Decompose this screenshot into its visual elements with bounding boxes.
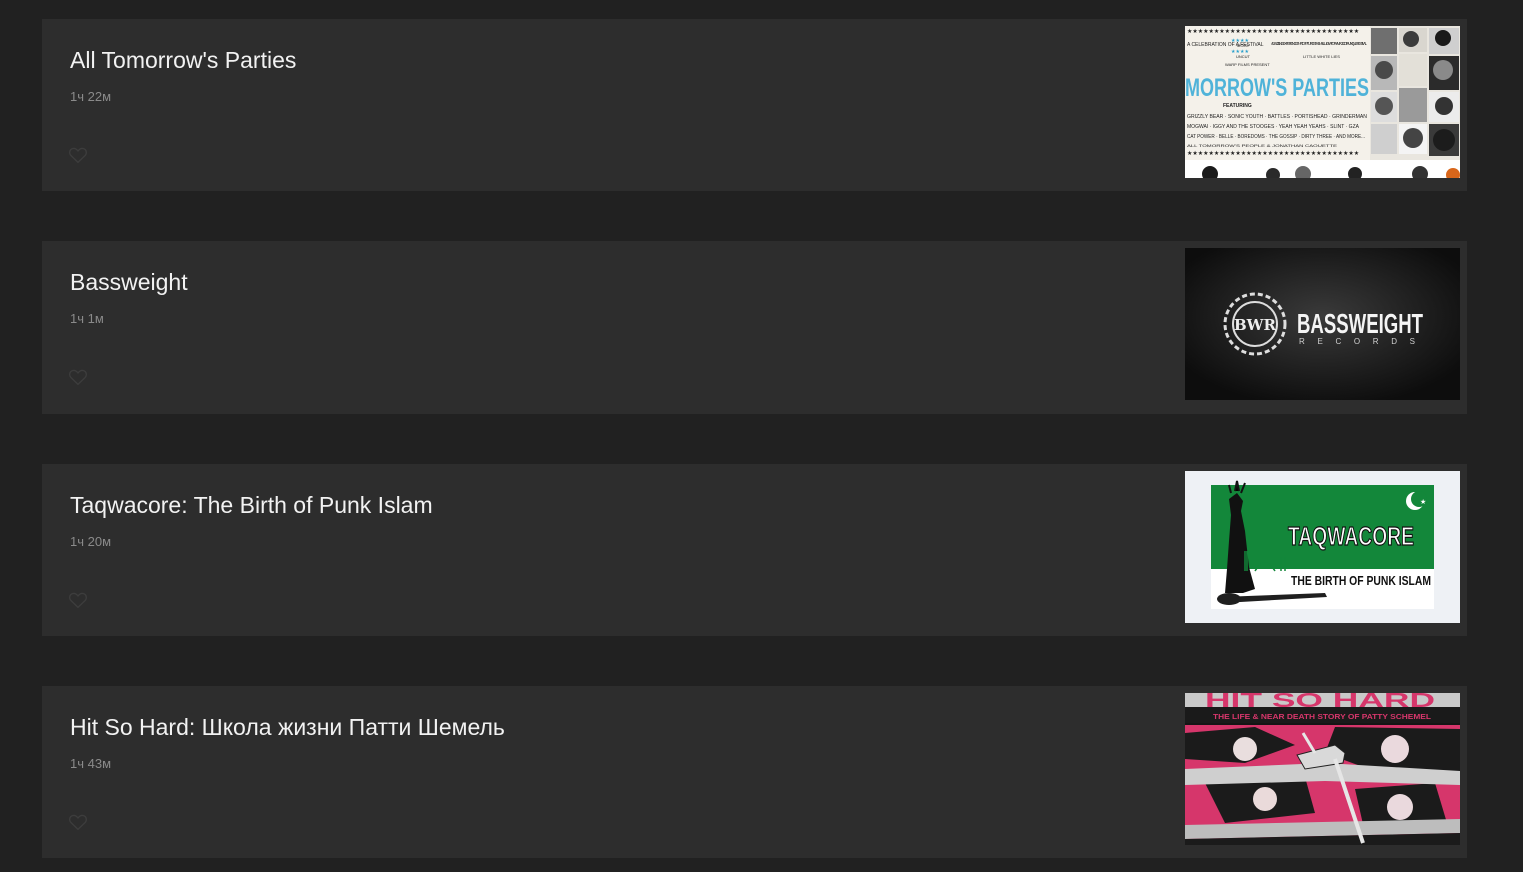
poster-left-quote: A CELEBRATION OF A FESTIVAL (1187, 42, 1264, 48)
poster-main-text: BASSWEIGHT (1297, 308, 1423, 339)
film-poster[interactable]: ★ TAQWACORE THE BIRTH OF PUNK ISLAM (1185, 471, 1460, 623)
film-card[interactable]: All Tomorrow's Parties 1ч 22м ★★★★★★★★★★… (42, 19, 1467, 191)
film-poster[interactable]: BWR BASSWEIGHT RECORDS (1185, 248, 1460, 400)
poster-sub-text: THE LIFE & NEAR DEATH STORY OF PATTY SCH… (1213, 712, 1431, 721)
film-card[interactable]: Taqwacore: The Birth of Punk Islam 1ч 20… (42, 464, 1467, 636)
poster-sub-text: RECORDS (1299, 337, 1421, 346)
poster-sub-text: THE BIRTH OF PUNK ISLAM (1291, 573, 1431, 588)
film-title[interactable]: Bassweight (70, 267, 188, 297)
heart-outline-icon[interactable] (68, 146, 88, 164)
poster-right-source: LITTLE WHITE LIES (1303, 54, 1340, 59)
film-duration: 1ч 22м (70, 89, 112, 104)
film-poster[interactable]: ★★★★★★★★★★★★★★★★★★★★★★★★★★★★★★★★ A CELEB… (1185, 26, 1460, 178)
film-title[interactable]: Hit So Hard: Школа жизни Патти Шемель (70, 712, 505, 742)
heart-outline-icon[interactable] (68, 368, 88, 386)
poster-bands-1: GRIZZLY BEAR · SONIC YOUTH · BATTLES · P… (1187, 114, 1367, 120)
film-list: All Tomorrow's Parties 1ч 22м ★★★★★★★★★★… (42, 19, 1467, 858)
film-duration: 1ч 20м (70, 534, 112, 549)
film-poster[interactable]: HIT SO HARD THE LIFE & NEAR DEATH STORY … (1185, 693, 1460, 845)
poster-credit: ALL TOMORROW'S PEOPLE & JONATHAN CAOUETT… (1187, 143, 1337, 148)
poster-uncut: UNCUT (1236, 54, 1251, 59)
poster-right-quote: A DAZZLING EXPERIENCE THAT CAPTURES THE … (1271, 41, 1368, 46)
poster-presents: WARP FILMS PRESENT (1225, 62, 1270, 67)
film-title[interactable]: Taqwacore: The Birth of Punk Islam (70, 490, 433, 520)
poster-emblem: BWR (1234, 316, 1277, 334)
poster-featuring: FEATURING (1223, 103, 1252, 109)
poster-main-text: TAQWACORE (1288, 521, 1414, 551)
svg-text:★★★★★★★★★★★★★★★★★★★★★★★★★★★★★★: ★★★★★★★★★★★★★★★★★★★★★★★★★★★★★★★★ (1187, 150, 1359, 157)
heart-outline-icon[interactable] (68, 813, 88, 831)
film-title[interactable]: All Tomorrow's Parties (70, 45, 296, 75)
poster-bands-3: CAT POWER · BELLE · BOREDOMS · THE GOSSI… (1187, 134, 1365, 140)
poster-main-text: MORROW'S PARTIES (1185, 74, 1369, 102)
film-card[interactable]: Bassweight 1ч 1м BWR BASSWEIGHT RECORDS (42, 241, 1467, 414)
film-duration: 1ч 1м (70, 311, 104, 326)
svg-text:★: ★ (1420, 498, 1426, 506)
svg-text:★★★★★★★★★★★★★★★★★★★★★★★★★★★★★★: ★★★★★★★★★★★★★★★★★★★★★★★★★★★★★★★★ (1187, 28, 1359, 35)
heart-outline-icon[interactable] (68, 591, 88, 609)
film-card[interactable]: Hit So Hard: Школа жизни Патти Шемель 1ч… (42, 686, 1467, 858)
poster-bands-2: MOGWAI · IGGY AND THE STOOGES · YEAH YEA… (1187, 124, 1360, 130)
poster-mojo: MOJO (1237, 43, 1249, 48)
film-duration: 1ч 43м (70, 756, 112, 771)
